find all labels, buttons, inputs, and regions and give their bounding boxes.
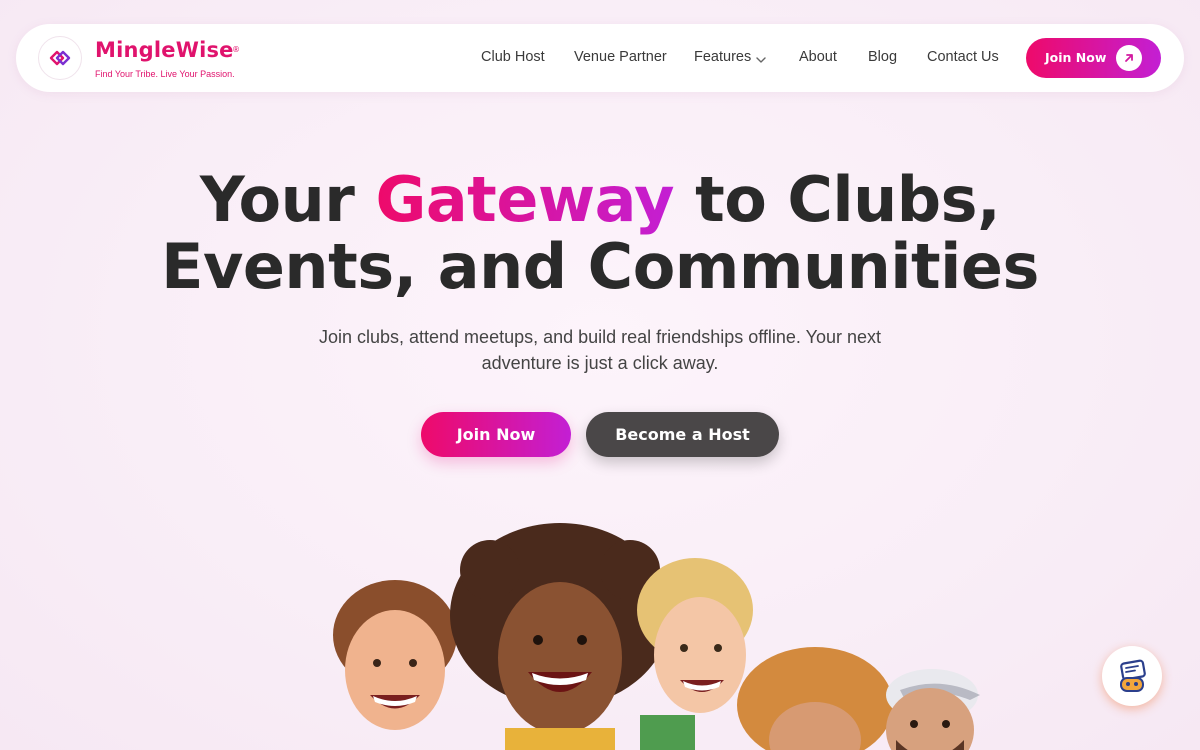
- nav-link-venue-partner[interactable]: Venue Partner: [574, 49, 667, 65]
- nav-link-blog[interactable]: Blog: [868, 49, 897, 65]
- hero-title-accent: Gateway: [375, 163, 674, 236]
- chat-bot-icon[interactable]: [1102, 646, 1162, 706]
- arrow-up-right-icon: [1116, 45, 1142, 71]
- hero-subtitle: Join clubs, attend meetups, and build re…: [318, 327, 882, 373]
- illustration-person-2: [450, 523, 670, 750]
- hero-title-line2: Events, and Communities: [161, 230, 1039, 303]
- brand-tagline: Find Your Tribe. Live Your Passion.: [95, 69, 235, 79]
- nav-link-features[interactable]: Features: [694, 49, 751, 65]
- nav-join-now-label: Join Now: [1045, 50, 1107, 65]
- illustration-person-4: [737, 647, 893, 750]
- chevron-down-icon[interactable]: [755, 51, 767, 70]
- brand-name[interactable]: MingleWise: [95, 38, 234, 62]
- hero-title-part2: to Clubs,: [674, 163, 1001, 236]
- illustration-person-1: [333, 580, 457, 730]
- nav-join-now-button[interactable]: Join Now: [1026, 38, 1161, 78]
- hero-title: Your Gateway to Clubs, Events, and Commu…: [0, 166, 1200, 300]
- logo-mark-icon[interactable]: [38, 36, 82, 80]
- illustration-person-3: [637, 558, 753, 750]
- nav-link-about[interactable]: About: [799, 49, 837, 65]
- hero-illustration-people: [333, 523, 980, 750]
- become-a-host-button[interactable]: Become a Host: [586, 412, 779, 457]
- nav-link-contact-us[interactable]: Contact Us: [927, 49, 999, 65]
- top-navbar: MingleWise ® Find Your Tribe. Live Your …: [16, 24, 1184, 92]
- hero-join-now-button[interactable]: Join Now: [421, 412, 571, 457]
- registered-mark: ®: [232, 45, 240, 54]
- hero-title-part1: Your: [199, 163, 376, 236]
- illustration-person-5: [886, 669, 980, 750]
- nav-link-club-host[interactable]: Club Host: [481, 49, 545, 65]
